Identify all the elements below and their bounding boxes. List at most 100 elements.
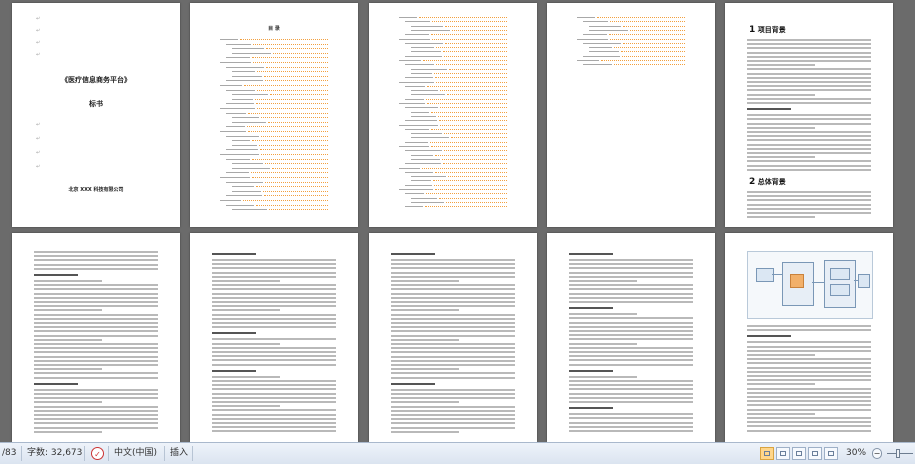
- toc-leader: [266, 66, 328, 68]
- toc-entry-text: [226, 195, 262, 197]
- text-line: [391, 422, 515, 425]
- toc-leader: [423, 60, 507, 61]
- text-line: [391, 409, 515, 412]
- text-line: [34, 355, 158, 358]
- toc-leader: [432, 38, 507, 40]
- toc-leader: [434, 184, 507, 186]
- toc-leader: [439, 120, 507, 122]
- toc-leader: [251, 172, 328, 174]
- diagram-node: [790, 274, 804, 288]
- text-line: [747, 131, 871, 133]
- text-line: [212, 363, 336, 366]
- toc-leader: [623, 25, 685, 27]
- toc-leader: [440, 90, 507, 92]
- toc-leader: [614, 64, 685, 66]
- text-line: [569, 317, 693, 320]
- toc-entry-text: [411, 115, 436, 117]
- toc-leader: [253, 43, 328, 45]
- text-line: [747, 216, 816, 219]
- text-line: [212, 263, 336, 266]
- page-body-9: [547, 233, 715, 442]
- toc-entry-text: [399, 146, 429, 147]
- toc-entry-text: [411, 176, 446, 178]
- toc-leader: [436, 64, 507, 66]
- text-line: [212, 417, 336, 420]
- section-heading-line: [569, 407, 613, 410]
- text-line: [34, 409, 158, 412]
- text-line: [391, 309, 460, 312]
- toc-leader: [430, 141, 507, 143]
- text-line: [212, 426, 336, 429]
- text-line: [34, 364, 158, 366]
- text-line: [34, 388, 158, 391]
- text-line: [34, 251, 158, 253]
- toc-leader: [440, 107, 507, 109]
- toc-leader: [269, 209, 328, 211]
- text-line: [34, 284, 158, 287]
- text-line: [212, 430, 336, 433]
- text-line: [391, 334, 515, 337]
- proofing-icon[interactable]: ✓: [91, 447, 104, 460]
- text-line: [569, 421, 693, 424]
- toc-entry-text: [232, 98, 253, 100]
- toc-entry-text: [399, 103, 425, 104]
- toc-entry-text: [226, 80, 263, 82]
- text-line: [212, 259, 336, 261]
- toc-entry-text: [399, 81, 434, 83]
- text-line: [569, 284, 693, 287]
- text-line: [391, 263, 515, 266]
- toc-leader: [447, 94, 507, 96]
- toc-entry-text: [589, 47, 612, 49]
- toc-entry-text: [405, 128, 429, 130]
- insert-mode[interactable]: 插入: [170, 443, 188, 464]
- toc-leader: [252, 158, 328, 160]
- toc-leader: [451, 137, 507, 139]
- web-layout-view-button[interactable]: [792, 447, 806, 460]
- toc-leader: [243, 200, 328, 201]
- zoom-level[interactable]: 30%: [846, 443, 866, 464]
- text-line: [34, 430, 103, 433]
- text-line: [747, 72, 871, 75]
- text-line: [747, 408, 871, 411]
- language-indicator[interactable]: 中文(中国): [114, 443, 157, 464]
- toc-entry-text: [220, 177, 250, 178]
- text-line: [747, 329, 871, 332]
- cover-title: 《医疗信息商务平台》: [61, 76, 131, 84]
- toc-entry-text: [232, 94, 268, 96]
- text-line: [569, 401, 693, 403]
- text-line: [34, 305, 158, 308]
- draft-view-button[interactable]: [824, 447, 838, 460]
- print-layout-view-button[interactable]: [760, 447, 774, 460]
- toc-leader: [256, 186, 328, 188]
- toc-leader: [444, 150, 507, 152]
- toc-entry-text: [226, 43, 251, 45]
- document-viewport[interactable]: ↵ ↵ ↵ ↵ 《医疗信息商务平台》 标书 ↵ ↵ ↵ ↵ 北京 XXX 科技有…: [0, 0, 915, 442]
- text-line: [747, 39, 871, 41]
- text-line: [34, 301, 158, 303]
- text-line: [569, 342, 638, 345]
- toc-entry-text: [226, 204, 254, 206]
- page-cover: ↵ ↵ ↵ ↵ 《医疗信息商务平台》 标书 ↵ ↵ ↵ ↵ 北京 XXX 科技有…: [12, 3, 180, 227]
- text-line: [747, 349, 871, 352]
- text-line: [34, 255, 158, 258]
- toc-leader: [623, 42, 685, 44]
- full-screen-reading-view-button[interactable]: [776, 447, 790, 460]
- text-line: [34, 422, 158, 425]
- toc-entry-text: [405, 107, 438, 109]
- word-count[interactable]: 字数: 32,673: [27, 443, 82, 464]
- text-line: [212, 322, 336, 324]
- toc-entry-text: [405, 206, 423, 208]
- section-heading-line: [747, 335, 791, 338]
- toc-leader: [264, 75, 328, 77]
- zoom-out-button[interactable]: −: [872, 448, 882, 459]
- diagram-node: [756, 268, 774, 282]
- toc-leader: [260, 149, 328, 151]
- toc-leader: [443, 51, 507, 53]
- outline-view-button[interactable]: [808, 447, 822, 460]
- zoom-slider-thumb[interactable]: [896, 449, 900, 458]
- page-count[interactable]: /83: [2, 443, 16, 464]
- text-line: [747, 417, 871, 419]
- text-line: [747, 164, 871, 167]
- zoom-slider-track[interactable]: [887, 453, 913, 454]
- text-line: [34, 330, 158, 333]
